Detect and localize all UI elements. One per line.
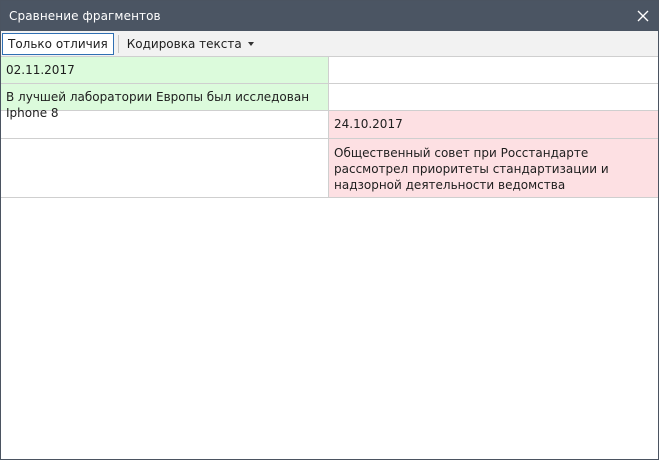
toolbar-separator — [117, 34, 119, 53]
text-encoding-label: Кодировка текста — [126, 36, 242, 51]
toolbar: Только отличия Кодировка текста — [1, 31, 658, 57]
compare-fragments-window: Сравнение фрагментов Только отличия Коди… — [0, 0, 659, 460]
right-cell[interactable] — [329, 84, 658, 110]
right-cell[interactable]: Общественный совет при Росстандарте расс… — [329, 139, 658, 197]
left-cell[interactable]: 02.11.2017 — [1, 57, 329, 83]
title-bar: Сравнение фрагментов — [1, 1, 658, 31]
left-cell[interactable] — [1, 111, 329, 138]
right-cell[interactable]: 24.10.2017 — [329, 111, 658, 138]
right-cell[interactable] — [329, 57, 658, 83]
text-encoding-dropdown[interactable]: Кодировка текста — [122, 33, 259, 55]
close-icon — [637, 10, 649, 22]
table-row: В лучшей лаборатории Европы был исследов… — [1, 84, 658, 120]
only-differences-label: Только отличия — [8, 36, 108, 51]
comparison-grid: 02.11.2017 В лучшей лаборатории Европы б… — [1, 57, 658, 198]
left-cell[interactable] — [1, 139, 329, 197]
table-row: Общественный совет при Росстандарте расс… — [1, 139, 658, 198]
only-differences-button[interactable]: Только отличия — [2, 32, 114, 55]
window-title: Сравнение фрагментов — [9, 9, 161, 23]
table-row: 02.11.2017 — [1, 57, 658, 84]
close-button[interactable] — [628, 1, 658, 31]
left-cell[interactable]: В лучшей лаборатории Европы был исследов… — [1, 84, 329, 120]
table-row: 24.10.2017 — [1, 111, 658, 139]
chevron-down-icon — [247, 42, 254, 46]
